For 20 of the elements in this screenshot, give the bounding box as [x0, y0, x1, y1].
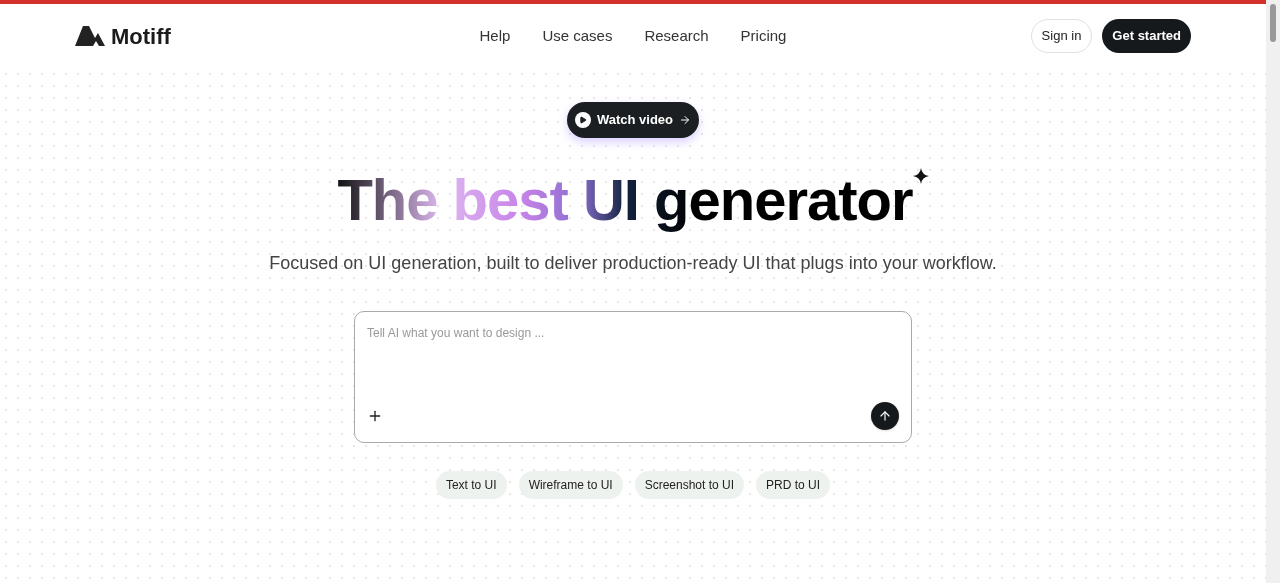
sparkle-icon — [912, 168, 929, 184]
nav-link[interactable]: Research — [644, 24, 709, 48]
nav-link[interactable]: Help — [479, 24, 511, 48]
watch-video-button[interactable]: Watch video — [566, 102, 700, 138]
play-icon — [574, 112, 591, 128]
nav-link[interactable]: Pricing — [740, 24, 787, 48]
mountain-logo-icon — [75, 26, 105, 46]
prompt-box[interactable]: Tell AI what you want to design ... — [354, 311, 912, 443]
send-button[interactable] — [871, 402, 899, 430]
arrow-right-icon — [679, 114, 692, 126]
add-icon[interactable] — [367, 408, 383, 424]
get-started-button[interactable]: Get started — [1102, 19, 1191, 53]
mode-chip[interactable]: Text to UI — [435, 471, 507, 499]
nav-link[interactable]: Use cases — [542, 24, 613, 48]
mode-chip[interactable]: PRD to UI — [756, 471, 831, 499]
hero-subtitle: Focused on UI generation, built to deliver production-ready UI that plugs into your workflow. — [269, 252, 997, 275]
logo-text: Motiff — [111, 22, 171, 51]
prompt-input[interactable]: Tell AI what you want to design ... — [367, 324, 899, 402]
mode-chip[interactable]: Screenshot to UI — [634, 471, 745, 499]
mode-chip[interactable]: Wireframe to UI — [518, 471, 623, 499]
